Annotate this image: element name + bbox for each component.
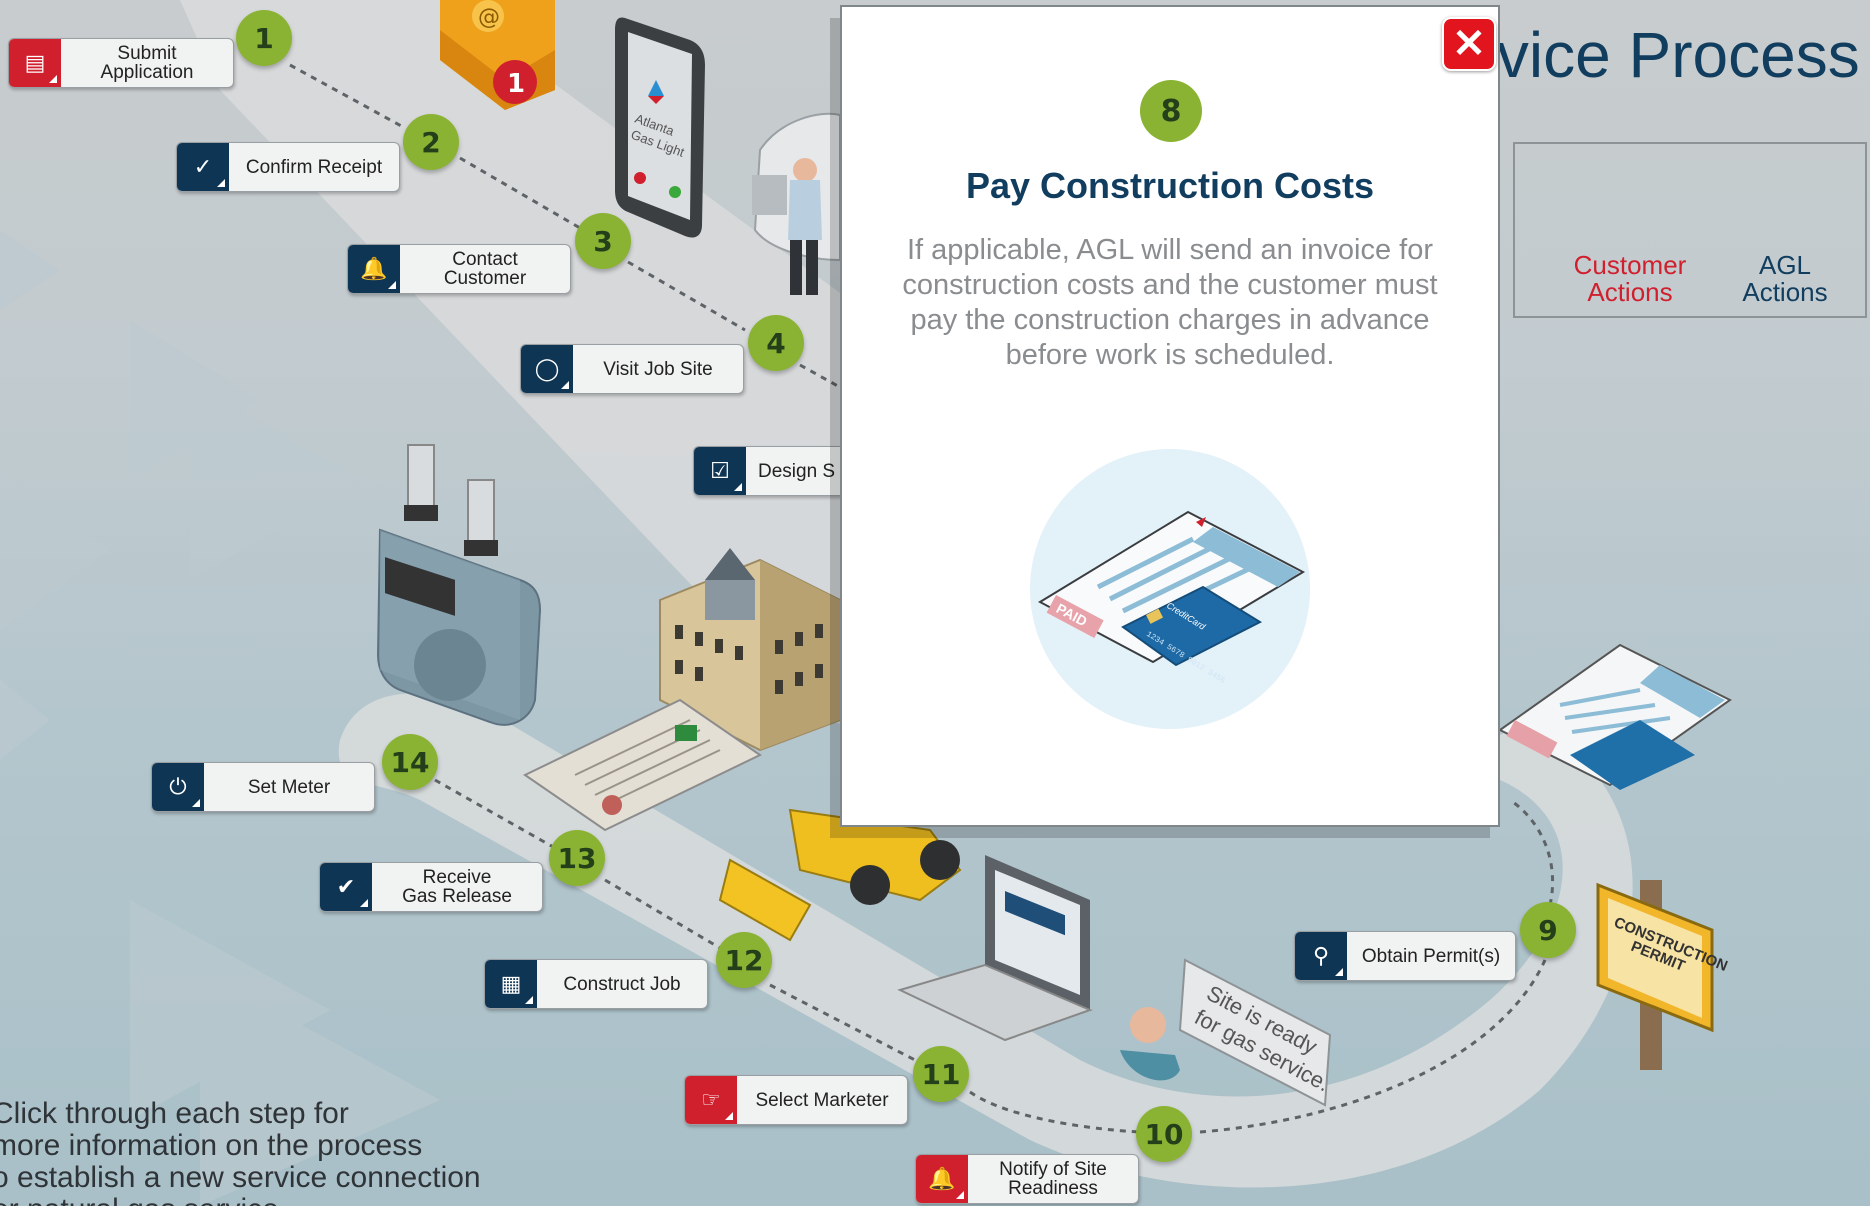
step-2-confirm-receipt[interactable]: ✓ Confirm Receipt	[176, 142, 400, 192]
legend-agl-actions: AGL Actions	[1742, 250, 1828, 307]
document-check-icon: ✓	[177, 143, 229, 191]
pointer-hand-icon: ☞	[685, 1076, 737, 1124]
phone-illustration: Atlanta Gas Light	[615, 17, 705, 238]
step-12-construct-job[interactable]: ▦ Construct Job	[484, 959, 708, 1009]
step-label: Confirm Receipt	[245, 156, 383, 178]
glasses-icon: ◯	[521, 345, 573, 393]
step-number-badge[interactable]: 12	[716, 932, 772, 988]
step-number-badge[interactable]: 2	[403, 114, 459, 170]
step-label: Submit Application	[100, 43, 194, 83]
step-label: Select Marketer	[755, 1089, 889, 1111]
bell-icon: 🔔	[916, 1155, 968, 1203]
clipboard-check-icon: ☑	[694, 447, 746, 495]
step-1-submit-application[interactable]: ▤ Submit Application	[8, 38, 234, 88]
map-pin-icon: ⚲	[1295, 932, 1347, 980]
step-number-badge[interactable]: 1	[236, 10, 292, 66]
step-detail-modal: ✕ 8 Pay Construction Costs If applicable…	[840, 5, 1500, 827]
legend: Customer Actions AGL Actions	[1513, 142, 1867, 318]
step-13-receive-gas-release[interactable]: ✔ Receive Gas Release	[319, 862, 543, 912]
step-label: Contact Customer	[443, 249, 527, 289]
barrier-icon: ▦	[485, 960, 537, 1008]
step-number-badge[interactable]: 3	[575, 213, 631, 269]
svg-text:1: 1	[507, 69, 525, 99]
application-form-icon: ▤	[9, 39, 61, 87]
gas-meter-illustration	[376, 444, 542, 726]
step-label: Construct Job	[563, 973, 681, 995]
step-number-badge[interactable]: 10	[1136, 1106, 1192, 1162]
step-label: Notify of Site Readiness	[999, 1159, 1107, 1199]
step-label: Visit Job Site	[603, 358, 713, 380]
legend-customer-actions: Customer Actions	[1573, 250, 1687, 307]
process-map: @ 1 Atlanta Gas Light Site is ready for …	[0, 0, 1870, 1206]
step-4-visit-job-site[interactable]: ◯ Visit Job Site	[520, 344, 744, 394]
step-9-obtain-permits[interactable]: ⚲ Obtain Permit(s)	[1294, 931, 1516, 981]
page-title: ervice Process	[1440, 19, 1860, 91]
step-label: Obtain Permit(s)	[1361, 945, 1501, 967]
modal-body-text: If applicable, AGL will send an invoice …	[902, 234, 1438, 371]
step-number-badge[interactable]: 9	[1520, 902, 1576, 958]
bell-icon: 🔔	[348, 245, 400, 293]
step-label: Set Meter	[247, 776, 331, 798]
speech-bubble-illustration: Site is ready for gas service.	[1120, 958, 1334, 1107]
power-icon: ⏻	[152, 763, 204, 811]
invoice-and-credit-card-illustration: PAID CreditCard 1234 5678 9012 3456	[1030, 449, 1310, 729]
step-number-badge[interactable]: 4	[748, 315, 804, 371]
construction-permit-sign-illustration: CONSTRUCTION PERMIT	[1596, 880, 1730, 1070]
step-14-set-meter[interactable]: ⏻ Set Meter	[151, 762, 375, 812]
step-3-contact-customer[interactable]: 🔔 Contact Customer	[347, 244, 571, 294]
modal-title: Pay Construction Costs	[965, 165, 1375, 206]
step-number-badge[interactable]: 11	[913, 1046, 969, 1102]
instructions-text: Click through each step for more informa…	[0, 1098, 481, 1206]
close-icon[interactable]: ✕	[1442, 17, 1496, 71]
step-number-badge[interactable]: 13	[549, 830, 605, 886]
step-label: Receive Gas Release	[402, 867, 512, 907]
svg-text:@: @	[478, 5, 500, 30]
step-number-badge[interactable]: 14	[382, 734, 438, 790]
step-11-select-marketer[interactable]: ☞ Select Marketer	[684, 1075, 908, 1125]
modal-step-number: 8	[1140, 80, 1202, 142]
checkmark-icon: ✔	[320, 863, 372, 911]
step-10-notify-site-readiness[interactable]: 🔔 Notify of Site Readiness	[915, 1154, 1139, 1204]
